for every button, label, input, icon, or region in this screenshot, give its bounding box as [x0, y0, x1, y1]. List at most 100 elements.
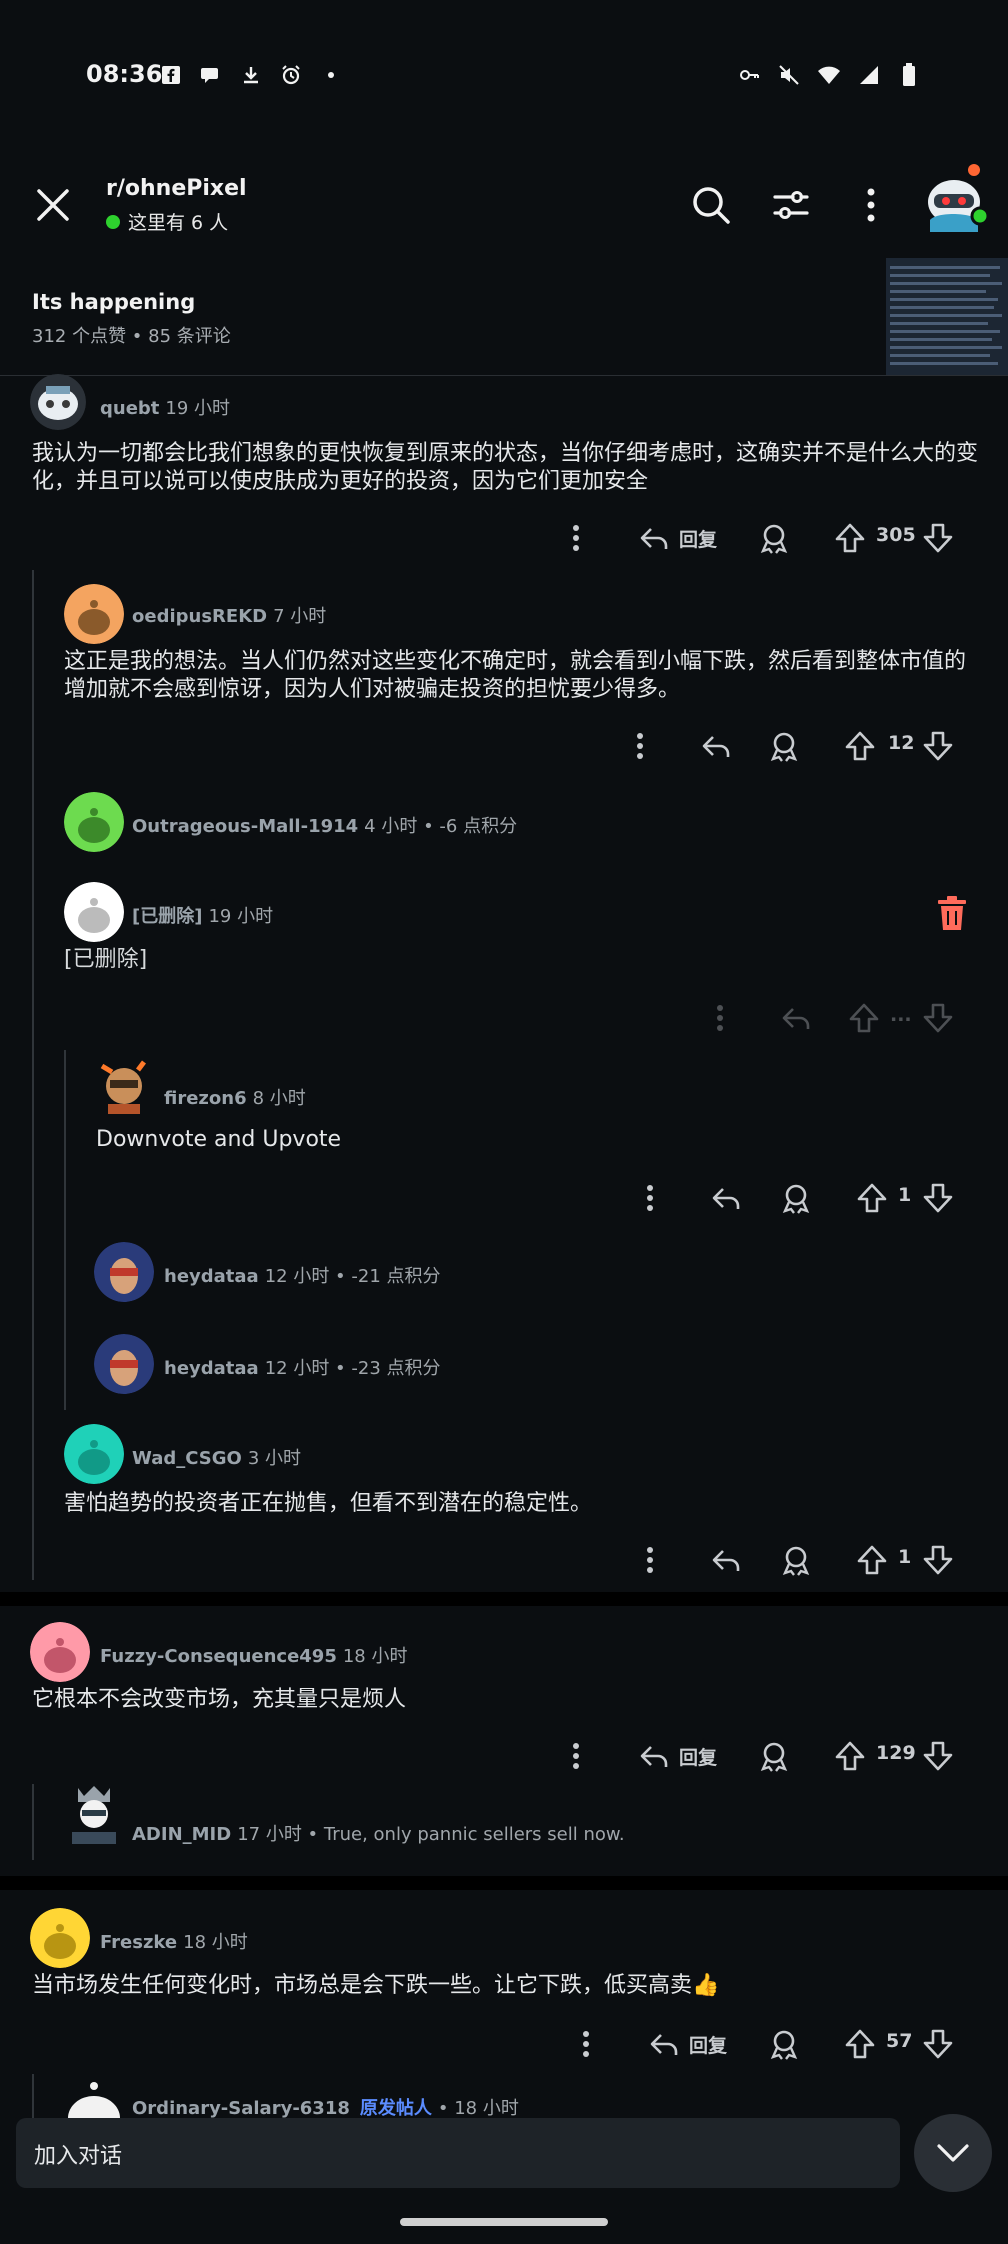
more-button[interactable]: [630, 1538, 670, 1582]
close-icon: [37, 189, 69, 221]
op-badge: 原发帖人: [359, 2098, 432, 2118]
subreddit-name[interactable]: r/ohnePixel: [106, 176, 247, 201]
upvote-button[interactable]: [852, 1538, 892, 1582]
award-button[interactable]: [776, 1538, 816, 1582]
mute-icon: [776, 62, 802, 88]
reply-button[interactable]: 回复: [632, 516, 722, 560]
upvote-button[interactable]: [844, 996, 884, 1040]
reply-button[interactable]: 回复: [642, 2022, 732, 2066]
avatar[interactable]: [64, 792, 124, 852]
upvote-arrow-icon: [835, 1741, 865, 1771]
home-indicator[interactable]: [400, 2218, 608, 2226]
thread-line: [64, 1050, 66, 1410]
close-button[interactable]: [30, 182, 76, 228]
comment-username[interactable]: quebt 19 小时: [100, 394, 230, 420]
sliders-icon: [773, 191, 809, 219]
more-button[interactable]: [700, 996, 740, 1040]
comment-username[interactable]: Freszke 18 小时: [100, 1928, 248, 1954]
more-vertical-icon: [867, 188, 875, 222]
award-button[interactable]: [764, 724, 804, 768]
comment-time: 18 小时: [183, 1932, 248, 1953]
chat-icon: [198, 62, 224, 88]
reply-button[interactable]: [706, 1538, 746, 1582]
comment-username[interactable]: Outrageous-Mall-1914 4 小时 • -6 点积分: [132, 812, 517, 838]
downvote-button[interactable]: [918, 2022, 958, 2066]
award-icon: [760, 524, 788, 554]
avatar[interactable]: [30, 1908, 90, 1968]
downvote-arrow-icon: [923, 523, 953, 553]
more-button[interactable]: [556, 516, 596, 560]
comment-actions: 1: [0, 1538, 1008, 1582]
comment-username[interactable]: Wad_CSGO 3 小时: [132, 1444, 301, 1470]
award-button[interactable]: [764, 2022, 804, 2066]
comment-username[interactable]: heydataa 12 小时 • -21 点积分: [164, 1262, 441, 1288]
comment-username[interactable]: ADIN_MID 17 小时 • True, only pannic seller…: [132, 1820, 625, 1846]
downvote-button[interactable]: [918, 996, 958, 1040]
more-button[interactable]: [630, 1176, 670, 1220]
comment-actions: 1: [0, 1176, 1008, 1220]
post-summary[interactable]: Its happening 312 个点赞 • 85 条评论: [0, 258, 1008, 376]
comment-username[interactable]: Ordinary-Salary-6318 原发帖人 • 18 小时: [132, 2094, 519, 2118]
upvote-button[interactable]: [852, 1176, 892, 1220]
award-button[interactable]: [754, 516, 794, 560]
comment-username[interactable]: oedipusREKD 7 小时: [132, 602, 326, 628]
comment-username[interactable]: heydataa 12 小时 • -23 点积分: [164, 1354, 441, 1380]
scroll-to-next-button[interactable]: [914, 2114, 992, 2192]
downvote-button[interactable]: [918, 1734, 958, 1778]
more-vertical-icon: [573, 525, 579, 551]
search-button[interactable]: [686, 180, 736, 230]
join-conversation-input[interactable]: 加入对话: [16, 2118, 900, 2188]
vote-score: 57: [886, 2030, 913, 2052]
vote-score: 129: [876, 1742, 916, 1764]
avatar[interactable]: [30, 374, 86, 430]
chevron-down-icon: [937, 2144, 969, 2162]
upvote-button[interactable]: [830, 1734, 870, 1778]
award-button[interactable]: [754, 1734, 794, 1778]
award-button[interactable]: [776, 1176, 816, 1220]
upvote-arrow-icon: [857, 1545, 887, 1575]
reply-button[interactable]: [776, 996, 816, 1040]
post-thumbnail[interactable]: [886, 258, 1008, 375]
avatar[interactable]: [64, 882, 124, 942]
reply-button[interactable]: 回复: [632, 1734, 722, 1778]
overflow-menu-button[interactable]: [846, 180, 896, 230]
more-button[interactable]: [566, 2022, 606, 2066]
comment-username[interactable]: firezon6 8 小时: [164, 1084, 306, 1110]
post-meta: 312 个点赞 • 85 条评论: [32, 326, 231, 347]
upvote-button[interactable]: [830, 516, 870, 560]
user-avatar[interactable]: [922, 160, 992, 238]
status-bar: 08:36: [0, 0, 1008, 150]
avatar[interactable]: [94, 1054, 154, 1114]
downvote-button[interactable]: [918, 516, 958, 560]
more-button[interactable]: [620, 724, 660, 768]
avatar[interactable]: [30, 1622, 90, 1682]
avatar[interactable]: [94, 1334, 154, 1394]
downvote-button[interactable]: [918, 724, 958, 768]
downvote-arrow-icon: [923, 2029, 953, 2059]
snoo-avatar-icon: [928, 164, 990, 232]
downvote-button[interactable]: [918, 1538, 958, 1582]
downvote-arrow-icon: [923, 1183, 953, 1213]
delete-button[interactable]: [934, 894, 970, 934]
avatar[interactable]: [94, 1242, 154, 1302]
comment-body: 当市场发生任何变化时，市场总是会下跌一些。让它下跌，低买高卖👍: [32, 1973, 720, 1998]
more-button[interactable]: [556, 1734, 596, 1778]
reply-icon: [712, 1188, 740, 1209]
online-text: 这里有 6 人: [128, 212, 229, 234]
reply-button[interactable]: [706, 1176, 746, 1220]
sort-button[interactable]: [766, 180, 816, 230]
award-icon: [770, 2030, 798, 2060]
vote-score: 305: [876, 524, 916, 546]
upvote-button[interactable]: [840, 724, 880, 768]
thread-separator: [0, 1592, 1008, 1606]
avatar[interactable]: [64, 2080, 124, 2118]
comment-username[interactable]: Fuzzy-Consequence495 18 小时: [100, 1642, 408, 1668]
comment-body: 害怕趋势的投资者正在抛售，但看不到潜在的稳定性。: [64, 1491, 593, 1516]
avatar[interactable]: [64, 584, 124, 644]
reply-button[interactable]: [696, 724, 736, 768]
avatar[interactable]: [64, 1784, 124, 1844]
upvote-button[interactable]: [840, 2022, 880, 2066]
dot-icon: [318, 62, 344, 88]
avatar[interactable]: [64, 1424, 124, 1484]
downvote-button[interactable]: [918, 1176, 958, 1220]
